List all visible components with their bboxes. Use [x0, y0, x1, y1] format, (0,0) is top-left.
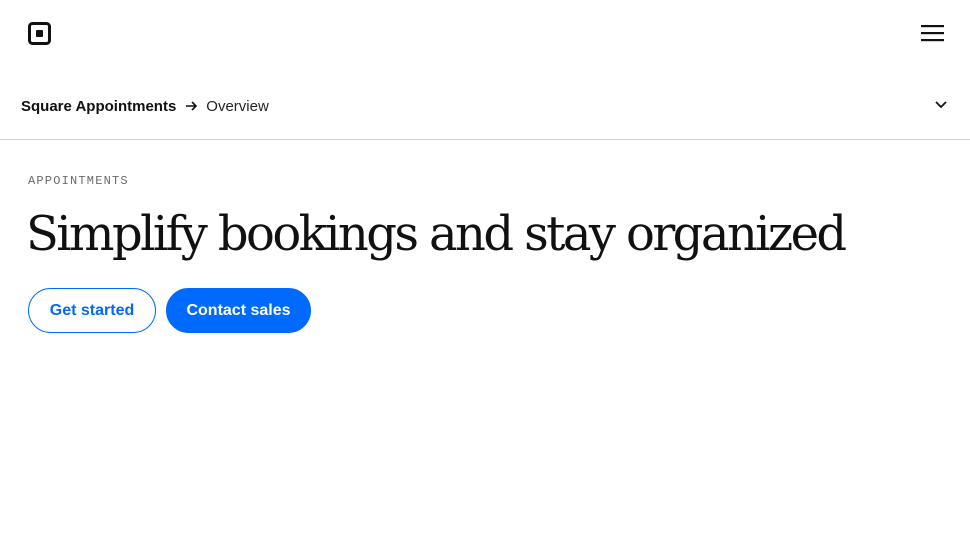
- chevron-down-icon[interactable]: [932, 98, 950, 112]
- get-started-button[interactable]: Get started: [28, 288, 156, 333]
- contact-sales-button[interactable]: Contact sales: [166, 288, 311, 333]
- breadcrumb-root-link[interactable]: Square Appointments: [21, 98, 176, 115]
- page-title: Simplify bookings and stay organized: [26, 206, 847, 262]
- breadcrumb: Square Appointments Overview: [21, 95, 269, 117]
- hamburger-menu-icon[interactable]: [920, 22, 946, 44]
- square-logo-icon[interactable]: [28, 22, 51, 45]
- eyebrow-label: APPOINTMENTS: [28, 174, 129, 188]
- arrow-right-icon: [186, 101, 198, 111]
- product-subnav: Square Appointments Overview: [0, 70, 970, 140]
- breadcrumb-current: Overview: [206, 97, 269, 115]
- top-bar: [0, 0, 970, 68]
